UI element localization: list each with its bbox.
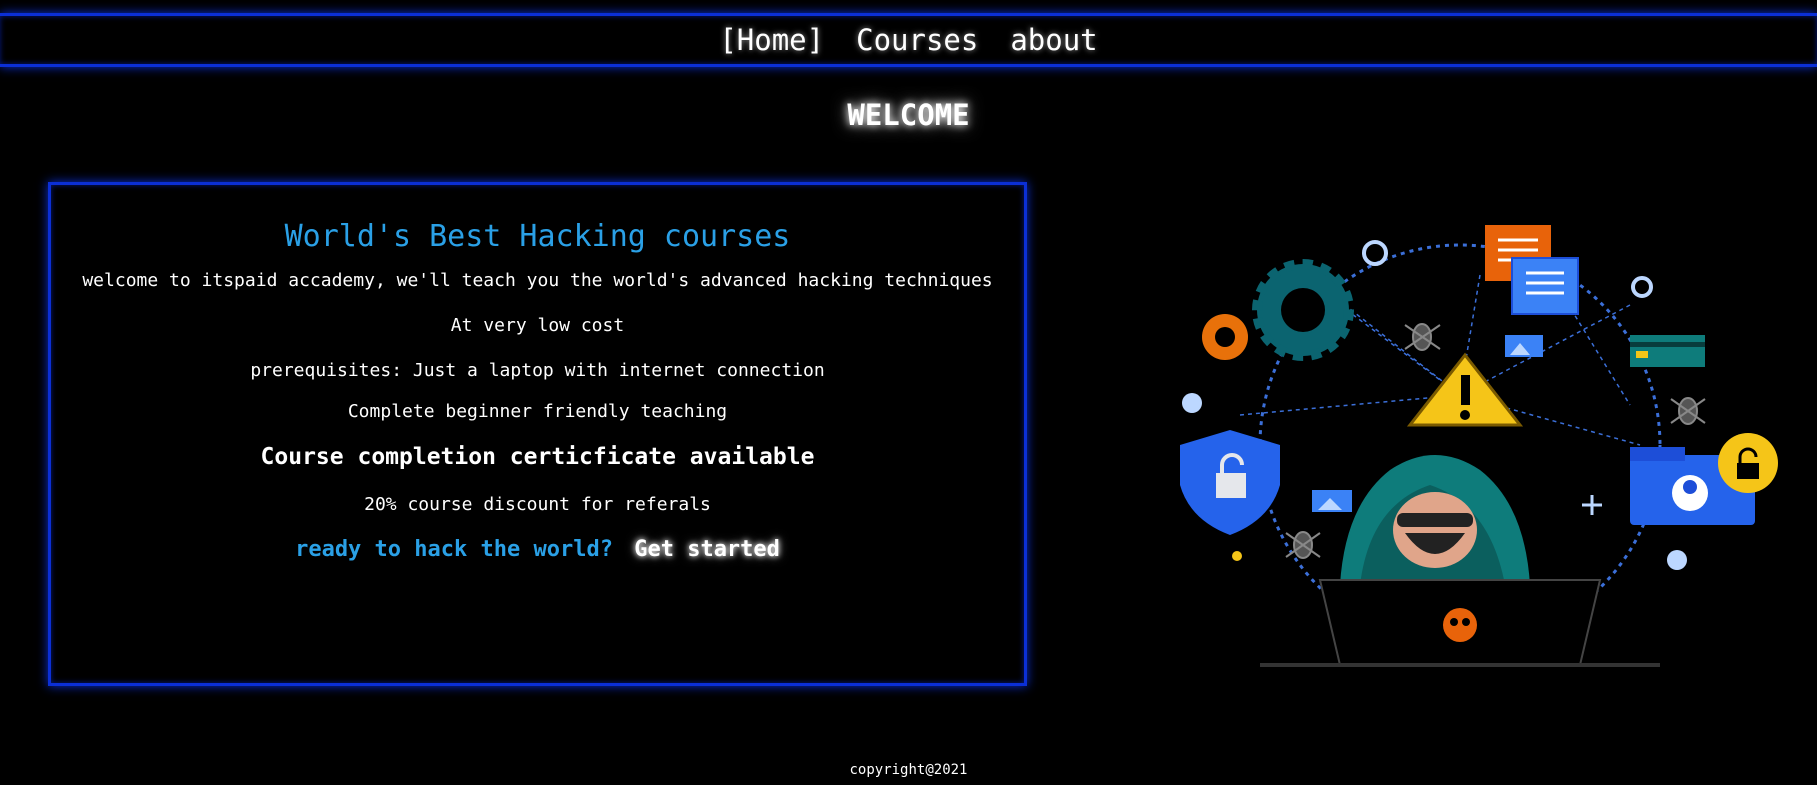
page: [Home] Courses about WELCOME World's Bes… [0, 0, 1817, 785]
intro-text: welcome to itspaid accademy, we'll teach… [82, 270, 993, 291]
plus-icon [1582, 495, 1602, 515]
bug-icon [1285, 531, 1321, 559]
image-icon [1505, 335, 1543, 357]
cta-question: ready to hack the world? [295, 537, 613, 562]
course-info-card: World's Best Hacking courses welcome to … [48, 182, 1027, 686]
cta-row: ready to hack the world? Get started [51, 537, 1024, 562]
padlock-icon [1718, 433, 1778, 493]
dot-icon [1232, 551, 1242, 561]
discount-text: 20% course discount for referals [364, 494, 711, 515]
headset-icon [1362, 240, 1388, 266]
credit-card-icon [1630, 335, 1705, 367]
footer-copyright: copyright@2021 [849, 762, 968, 778]
shield-lock-icon [1180, 430, 1280, 535]
nav-courses-link[interactable]: Courses [856, 23, 978, 57]
beginner-text: Complete beginner friendly teaching [347, 401, 728, 422]
certificate-text: Course completion certicficate available [260, 444, 815, 470]
document-icon [1485, 225, 1579, 315]
bug-icon [1404, 323, 1441, 351]
laptop-icon [1260, 579, 1660, 667]
image-icon [1312, 490, 1352, 512]
top-navbar: [Home] Courses about [0, 13, 1817, 67]
welcome-heading: WELCOME [847, 98, 970, 132]
headset-icon [1631, 276, 1653, 298]
get-started-button[interactable]: Get started [634, 537, 780, 562]
cost-text: At very low cost [450, 315, 625, 336]
dot-icon [1182, 393, 1202, 413]
warning-icon [1406, 352, 1524, 427]
bug-icon [1670, 397, 1706, 425]
hooded-hacker-figure [1340, 455, 1530, 585]
skull-icon [1667, 550, 1687, 570]
prerequisites-text: prerequisites: Just a laptop with intern… [250, 360, 825, 381]
gear-icon [1252, 259, 1354, 361]
gear-icon [1202, 314, 1248, 360]
hacker-illustration [1180, 225, 1778, 667]
nav-about-link[interactable]: about [1010, 23, 1097, 57]
nav-home-link[interactable]: [Home] [719, 23, 824, 57]
card-title: World's Best Hacking courses [284, 219, 791, 254]
